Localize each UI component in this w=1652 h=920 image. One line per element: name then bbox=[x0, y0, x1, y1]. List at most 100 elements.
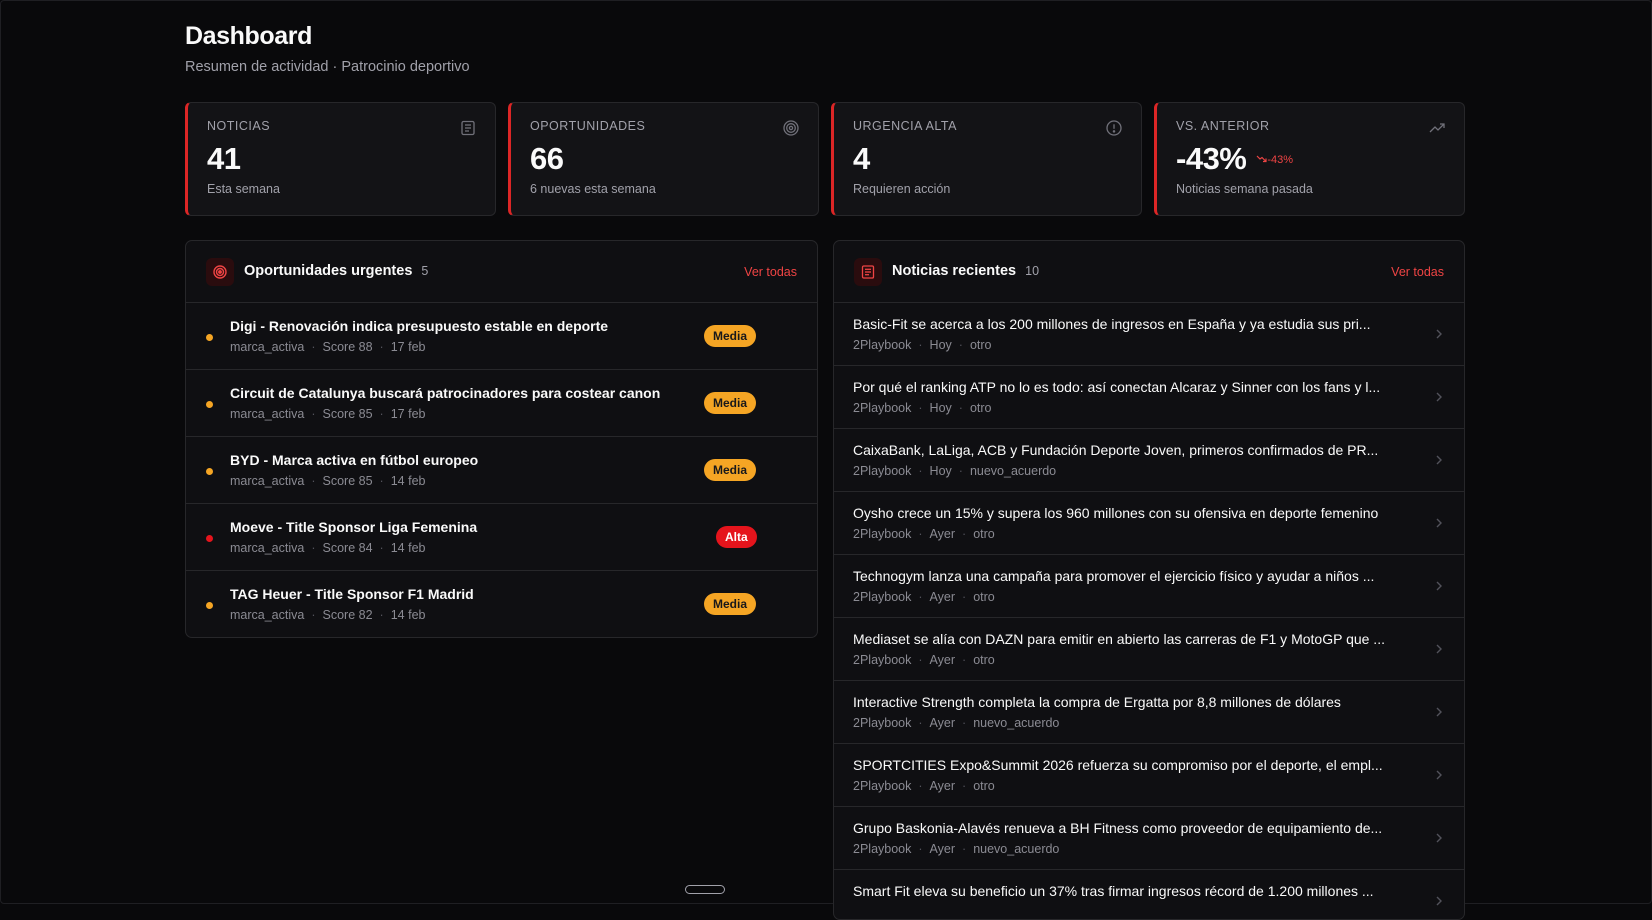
opportunity-source: marca_activa bbox=[230, 608, 305, 622]
chevron-right-icon bbox=[1436, 581, 1442, 591]
opportunity-row[interactable]: Moeve - Title Sponsor Liga Femenina marc… bbox=[186, 504, 817, 571]
newspaper-icon bbox=[854, 258, 882, 286]
news-row[interactable]: Basic-Fit se acerca a los 200 millones d… bbox=[834, 303, 1464, 366]
stat-label: NOTICIAS bbox=[207, 119, 271, 133]
opportunity-meta: marca_activa · Score 88 · 17 feb bbox=[230, 340, 426, 354]
opportunity-source: marca_activa bbox=[230, 407, 305, 421]
ver-todas-noticias-link[interactable]: Ver todas bbox=[1391, 265, 1444, 279]
opportunity-score: Score 84 bbox=[322, 541, 373, 555]
news-row[interactable]: CaixaBank, LaLiga, ACB y Fundación Depor… bbox=[834, 429, 1464, 492]
opportunity-title: Circuit de Catalunya buscará patrocinado… bbox=[230, 385, 661, 401]
urgency-badge: Alta bbox=[716, 526, 757, 548]
ver-todas-oportunidades-link[interactable]: Ver todas bbox=[744, 265, 797, 279]
news-source: 2Playbook bbox=[853, 653, 912, 667]
news-row[interactable]: Interactive Strength completa la compra … bbox=[834, 681, 1464, 744]
stat-value: 4 bbox=[853, 141, 870, 176]
trending-down-icon bbox=[1256, 156, 1267, 163]
recent-news-panel: Noticias recientes 10 Ver todas Basic-Fit… bbox=[833, 240, 1465, 920]
opportunity-date: 17 feb bbox=[390, 340, 426, 354]
opportunity-title: BYD - Marca activa en fútbol europeo bbox=[230, 452, 479, 468]
chevron-right-icon bbox=[1436, 707, 1442, 717]
panel-title: Noticias recientes 10 bbox=[892, 263, 1039, 279]
news-row[interactable]: SPORTCITIES Expo&Summit 2026 refuerza su… bbox=[834, 744, 1464, 807]
news-source: 2Playbook bbox=[853, 338, 912, 352]
page-title: Dashboard bbox=[185, 22, 312, 50]
opportunity-meta: marca_activa · Score 84 · 14 feb bbox=[230, 541, 426, 555]
opportunity-meta: marca_activa · Score 85 · 17 feb bbox=[230, 407, 426, 421]
chevron-right-icon bbox=[1436, 455, 1442, 465]
news-meta: 2Playbook · Hoy · otro bbox=[853, 338, 992, 352]
news-tag: nuevo_acuerdo bbox=[973, 716, 1060, 730]
news-when: Hoy bbox=[929, 338, 952, 352]
news-title: Mediaset se alía con DAZN para emitir en… bbox=[853, 631, 1385, 647]
stat-card-vs-anterior: VS. ANTERIOR -43% -43% Noticias semana pa… bbox=[1154, 102, 1465, 216]
news-title: Por qué el ranking ATP no lo es todo: as… bbox=[853, 379, 1381, 395]
opportunity-meta: marca_activa · Score 85 · 14 feb bbox=[230, 474, 426, 488]
stat-card-urgencia: URGENCIA ALTA 4 Requieren acción bbox=[831, 102, 1142, 216]
news-title: Grupo Baskonia-Alavés renueva a BH Fitne… bbox=[853, 820, 1383, 836]
stats-row: NOTICIAS 41 Esta semana OPORTUNIDADES 66… bbox=[185, 102, 1465, 216]
news-when: Ayer bbox=[929, 842, 956, 856]
panel-title: Oportunidades urgentes 5 bbox=[244, 263, 428, 279]
news-tag: otro bbox=[973, 590, 995, 604]
news-source: 2Playbook bbox=[853, 464, 912, 478]
page-subtitle: Resumen de actividad · Patrocinio deport… bbox=[185, 59, 470, 75]
opportunity-row[interactable]: BYD - Marca activa en fútbol europeo mar… bbox=[186, 437, 817, 504]
news-title: Oysho crece un 15% y supera los 960 mill… bbox=[853, 505, 1379, 521]
opportunity-date: 17 feb bbox=[390, 407, 426, 421]
news-row[interactable]: Smart Fit eleva su beneficio un 37% tras… bbox=[834, 870, 1464, 919]
news-row[interactable]: Oysho crece un 15% y supera los 960 mill… bbox=[834, 492, 1464, 555]
opportunity-source: marca_activa bbox=[230, 474, 305, 488]
news-tag: otro bbox=[973, 779, 995, 793]
news-when: Ayer bbox=[929, 716, 956, 730]
news-title: Basic-Fit se acerca a los 200 millones d… bbox=[853, 316, 1371, 332]
chevron-right-icon bbox=[1436, 392, 1442, 402]
news-tag: otro bbox=[973, 527, 995, 541]
news-meta: 2Playbook · Ayer · nuevo_acuerdo bbox=[853, 716, 1060, 730]
news-when: Ayer bbox=[929, 779, 956, 793]
trend-down-indicator: -43% bbox=[1256, 154, 1293, 167]
opportunity-row[interactable]: Circuit de Catalunya buscará patrocinado… bbox=[186, 370, 817, 437]
target-icon bbox=[783, 120, 799, 136]
news-tag: otro bbox=[969, 338, 992, 352]
panel-title-text: Oportunidades urgentes bbox=[244, 263, 413, 279]
news-row[interactable]: Mediaset se alía con DAZN para emitir en… bbox=[834, 618, 1464, 681]
news-title: Technogym lanza una campaña para promove… bbox=[853, 568, 1375, 584]
news-when: Ayer bbox=[929, 527, 956, 541]
target-icon bbox=[206, 258, 234, 286]
opportunity-title: TAG Heuer - Title Sponsor F1 Madrid bbox=[230, 586, 474, 602]
scroll-handle[interactable] bbox=[685, 885, 725, 894]
news-when: Hoy bbox=[929, 401, 952, 415]
news-row[interactable]: Por qué el ranking ATP no lo es todo: as… bbox=[834, 366, 1464, 429]
news-meta: 2Playbook · Ayer · otro bbox=[853, 527, 995, 541]
opportunity-score: Score 88 bbox=[322, 340, 373, 354]
opportunity-score: Score 85 bbox=[322, 474, 373, 488]
opportunity-title: Moeve - Title Sponsor Liga Femenina bbox=[230, 519, 478, 535]
news-source: 2Playbook bbox=[853, 779, 912, 793]
chevron-right-icon bbox=[1436, 518, 1442, 528]
news-title: Smart Fit eleva su beneficio un 37% tras… bbox=[853, 883, 1374, 899]
priority-dot bbox=[206, 334, 213, 341]
panel-header: Noticias recientes 10 Ver todas bbox=[834, 241, 1464, 303]
stat-caption: Noticias semana pasada bbox=[1176, 181, 1313, 196]
trend-value: -43% bbox=[1267, 154, 1294, 167]
priority-dot bbox=[206, 468, 213, 475]
opportunity-row[interactable]: Digi - Renovación indica presupuesto est… bbox=[186, 303, 817, 370]
panel-count: 5 bbox=[421, 264, 429, 278]
news-when: Hoy bbox=[929, 464, 952, 478]
news-tag: nuevo_acuerdo bbox=[973, 842, 1060, 856]
urgency-badge: Media bbox=[704, 392, 757, 414]
priority-dot bbox=[206, 401, 213, 408]
stat-card-oportunidades: OPORTUNIDADES 66 6 nuevas esta semana bbox=[508, 102, 819, 216]
stat-caption: 6 nuevas esta semana bbox=[530, 181, 656, 196]
news-source: 2Playbook bbox=[853, 590, 912, 604]
news-row[interactable]: Technogym lanza una campaña para promove… bbox=[834, 555, 1464, 618]
opportunity-row[interactable]: TAG Heuer - Title Sponsor F1 Madrid marc… bbox=[186, 571, 817, 637]
news-row[interactable]: Grupo Baskonia-Alavés renueva a BH Fitne… bbox=[834, 807, 1464, 870]
news-meta: 2Playbook · Ayer · otro bbox=[853, 653, 995, 667]
news-meta: 2Playbook · Hoy · nuevo_acuerdo bbox=[853, 464, 1057, 478]
urgency-badge: Media bbox=[704, 593, 757, 615]
opportunity-date: 14 feb bbox=[390, 474, 426, 488]
stat-label: VS. ANTERIOR bbox=[1176, 119, 1270, 133]
news-meta: 2Playbook · Ayer · nuevo_acuerdo bbox=[853, 842, 1060, 856]
